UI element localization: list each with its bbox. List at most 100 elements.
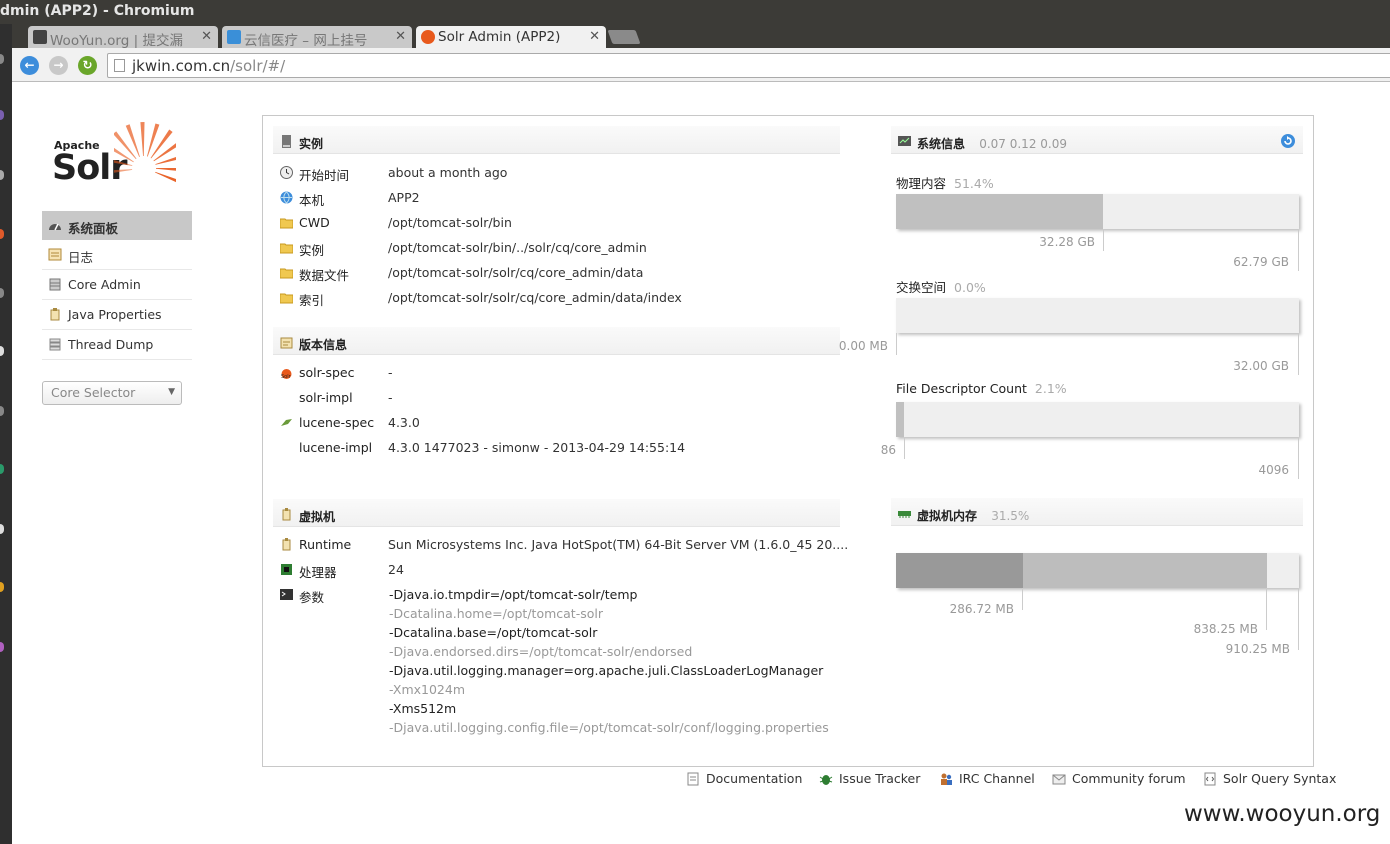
- jvm-memory-bar: [896, 553, 1299, 588]
- browser-tab[interactable]: 云信医疗 – 网上挂号 ✕: [222, 26, 412, 48]
- tab-close-icon[interactable]: ✕: [589, 29, 600, 44]
- instance-section-header: 实例: [273, 126, 840, 154]
- new-tab-button[interactable]: [607, 30, 641, 44]
- globe-icon: [280, 191, 293, 204]
- chevron-down-icon: ▼: [168, 387, 175, 397]
- jvm-arg: -Xms512m: [389, 701, 457, 716]
- instance-row: 实例/opt/tomcat-solr/bin/../solr/cq/core_a…: [273, 240, 840, 265]
- tab-label: Solr Admin (APP2): [438, 29, 561, 45]
- physical-memory-bar-fill: [896, 194, 1103, 229]
- core-selector-dropdown[interactable]: Core Selector ▼: [42, 381, 182, 405]
- log-icon: [48, 248, 62, 261]
- launcher-icon[interactable]: [0, 54, 4, 64]
- jvm-arg: -Dcatalina.home=/opt/tomcat-solr: [389, 606, 603, 621]
- java-icon: [282, 508, 291, 521]
- instance-key: 索引: [299, 293, 325, 308]
- browser-toolbar: ← → ↻ jkwin.com.cn/solr/#/: [12, 48, 1390, 82]
- document-icon: [687, 772, 699, 786]
- instance-key: 实例: [299, 243, 325, 258]
- physical-memory-total-marker: [1298, 229, 1299, 271]
- dashboard-content: 实例 开始时间 about a month ago 本机 APP2 CWD/opt/to…: [262, 115, 1314, 767]
- reload-button[interactable]: ↻: [78, 56, 97, 75]
- jvm-key: Runtime: [299, 537, 352, 552]
- tab-strip: WooYun.org | 提交漏 ✕ 云信医疗 – 网上挂号 ✕ Solr Ad…: [12, 24, 1390, 49]
- menu-item-logging[interactable]: 日志: [42, 240, 192, 270]
- section-title: 虚拟机内存: [917, 509, 978, 523]
- version-value: 4.3.0: [388, 415, 420, 430]
- jvm-memory-committed-value: 838.25 MB: [1193, 622, 1258, 636]
- launcher-icon[interactable]: [0, 110, 4, 120]
- file-descriptor-used-value: 86: [880, 443, 896, 457]
- database-icon: [49, 278, 61, 291]
- sun-ray: [155, 168, 176, 171]
- dashboard-icon: [49, 223, 61, 231]
- solr-logo[interactable]: Apache Solr: [52, 122, 177, 188]
- launcher-icon[interactable]: [0, 642, 4, 652]
- refresh-icon[interactable]: [1280, 133, 1296, 149]
- instance-row: 索引/opt/tomcat-solr/solr/cq/core_admin/da…: [273, 290, 840, 315]
- sun-ray: [155, 171, 176, 183]
- launcher-icon[interactable]: [0, 170, 4, 180]
- menu-item-java-properties[interactable]: Java Properties: [42, 300, 192, 330]
- swap-space-title: 交换空间: [896, 280, 947, 295]
- jvm-value: 24: [388, 562, 404, 577]
- tab-close-icon[interactable]: ✕: [395, 29, 406, 44]
- bug-icon: [819, 775, 833, 785]
- jvm-memory-percent: 31.5%: [991, 509, 1030, 523]
- swap-space-used-value: 0.00 MB: [838, 339, 888, 353]
- physical-memory-label: 物理内容 51.4%: [896, 173, 994, 192]
- physical-memory-percent: 51.4%: [954, 176, 994, 191]
- instance-value: APP2: [388, 190, 420, 205]
- jvm-arg: -Djava.endorsed.dirs=/opt/tomcat-solr/en…: [389, 644, 693, 659]
- physical-memory-bar: [896, 194, 1299, 229]
- footer-link-issue-tracker[interactable]: Issue Tracker: [819, 771, 920, 786]
- file-descriptor-title: File Descriptor Count: [896, 381, 1027, 396]
- menu-item-thread-dump[interactable]: Thread Dump: [42, 330, 192, 360]
- launcher-icon[interactable]: [0, 524, 4, 534]
- menu-item-label: Core Admin: [68, 277, 141, 292]
- footer-link-query-syntax[interactable]: Solr Query Syntax: [1203, 771, 1336, 786]
- launcher-icon[interactable]: [0, 229, 4, 239]
- window-titlebar: dmin (APP2) - Chromium: [0, 0, 1390, 24]
- jvm-key: 参数: [299, 590, 325, 605]
- physical-memory-title: 物理内容: [896, 176, 947, 191]
- forward-button[interactable]: →: [49, 56, 68, 75]
- browser-tab[interactable]: WooYun.org | 提交漏 ✕: [28, 26, 218, 48]
- menu-item-core-admin[interactable]: Core Admin: [42, 270, 192, 300]
- instance-row: 数据文件/opt/tomcat-solr/solr/cq/core_admin/…: [273, 265, 840, 290]
- sun-ray: [140, 122, 145, 157]
- launcher-icon[interactable]: [0, 288, 4, 298]
- version-icon: [280, 337, 293, 349]
- jvm-memory-used-fill: [896, 553, 1023, 588]
- mail-icon: [1052, 774, 1066, 785]
- tab-close-icon[interactable]: ✕: [201, 29, 212, 44]
- footer-link-label: Documentation: [706, 771, 803, 786]
- instance-value: /opt/tomcat-solr/bin/../solr/cq/core_adm…: [388, 240, 647, 255]
- menu-item-dashboard[interactable]: 系统面板: [42, 211, 192, 240]
- jvm-arg: -Xmx1024m: [389, 682, 466, 697]
- footer-link-community-forum[interactable]: Community forum: [1052, 771, 1186, 786]
- file-descriptor-total-marker: [1298, 437, 1299, 479]
- jvm-memory-used-marker: [1022, 588, 1023, 610]
- lucene-icon: [281, 419, 292, 426]
- file-descriptor-percent: 2.1%: [1034, 381, 1067, 396]
- footer-link-documentation[interactable]: Documentation: [686, 771, 802, 786]
- address-bar[interactable]: jkwin.com.cn/solr/#/: [107, 53, 1390, 78]
- footer-link-irc-channel[interactable]: IRC Channel: [939, 771, 1035, 786]
- folder-icon: [280, 268, 293, 279]
- section-title: 版本信息: [299, 338, 348, 352]
- swap-space-total-marker: [1298, 333, 1299, 375]
- launcher-icon[interactable]: [0, 464, 4, 474]
- menu-item-label: Java Properties: [68, 307, 162, 322]
- solr-favicon-icon: [421, 30, 435, 44]
- jvm-section-header: 虚拟机: [273, 499, 840, 527]
- memory-chip-icon: [898, 511, 911, 518]
- instance-key: 数据文件: [299, 268, 350, 283]
- folder-icon: [280, 243, 293, 254]
- launcher-icon[interactable]: [0, 406, 4, 416]
- launcher-icon[interactable]: [0, 346, 4, 356]
- launcher-icon[interactable]: [0, 582, 4, 592]
- browser-tab-active[interactable]: Solr Admin (APP2) ✕: [416, 26, 606, 49]
- instance-key: CWD: [299, 215, 330, 230]
- back-button[interactable]: ←: [20, 56, 39, 75]
